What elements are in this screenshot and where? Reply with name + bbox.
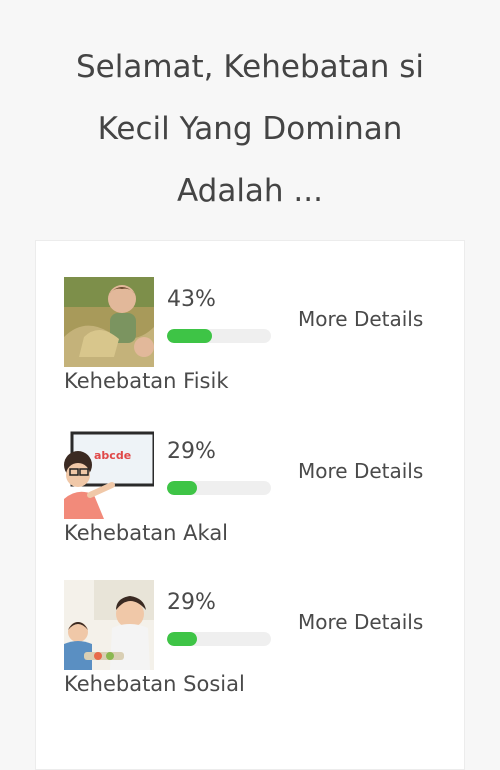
child-at-alphabet-board-photo: abcde — [64, 429, 154, 519]
result-label: Kehebatan Sosial — [64, 672, 245, 696]
result-item-fisik: 43% More Details Kehebatan Fisik — [64, 277, 444, 407]
heading-line-3: Adalah ... — [176, 173, 323, 209]
progress-fill — [167, 329, 212, 343]
more-details-link[interactable]: More Details — [298, 610, 423, 634]
result-label: Kehebatan Fisik — [64, 369, 229, 393]
progress-fill — [167, 481, 198, 495]
children-eating-together-photo — [64, 580, 154, 670]
result-label: Kehebatan Akal — [64, 521, 229, 545]
results-card: 43% More Details Kehebatan Fisik abcde 2… — [35, 240, 465, 770]
percent-value: 29% — [167, 590, 216, 615]
heading-line-1: Selamat, Kehebatan si — [75, 49, 425, 85]
more-details-link[interactable]: More Details — [298, 459, 423, 483]
progress-bar — [167, 632, 271, 646]
heading-line-2: Kecil Yang Dominan — [97, 111, 403, 147]
result-item-sosial: 29% More Details Kehebatan Sosial — [64, 580, 444, 710]
result-item-akal: abcde 29% More Details Kehebatan Akal — [64, 429, 444, 559]
percent-value: 29% — [167, 439, 216, 464]
svg-text:abcde: abcde — [94, 449, 131, 462]
more-details-link[interactable]: More Details — [298, 307, 423, 331]
result-heading: Selamat, Kehebatan si Kecil Yang Dominan… — [0, 36, 500, 222]
progress-bar — [167, 481, 271, 495]
child-playing-outdoors-photo — [64, 277, 154, 367]
progress-bar — [167, 329, 271, 343]
progress-fill — [167, 632, 198, 646]
percent-value: 43% — [167, 287, 216, 312]
